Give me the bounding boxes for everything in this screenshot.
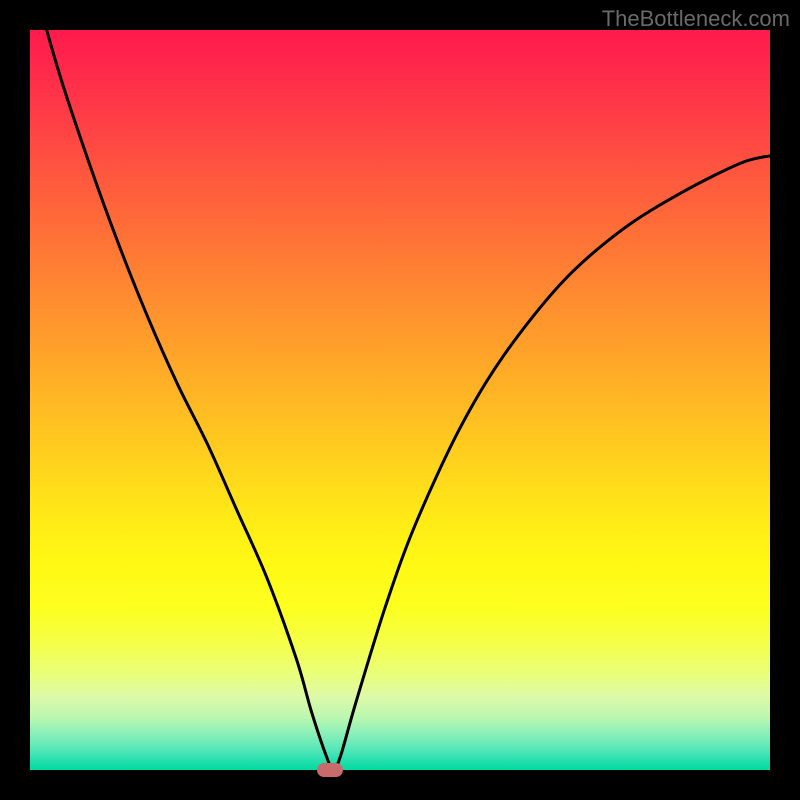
optimal-point-marker	[317, 763, 343, 777]
bottleneck-curve	[30, 30, 770, 770]
plot-area	[30, 30, 770, 770]
watermark-text: TheBottleneck.com	[602, 6, 790, 32]
